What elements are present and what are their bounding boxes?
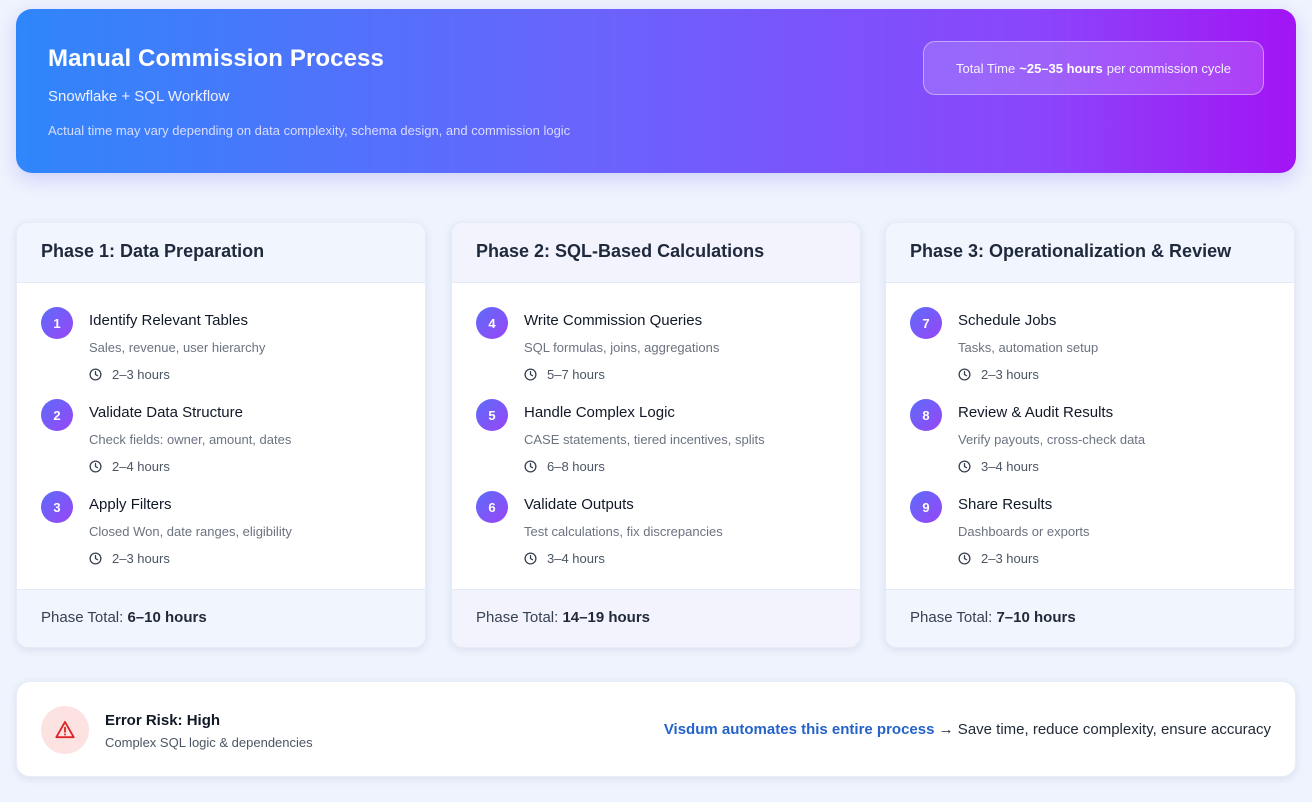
phase-card-1: Phase 1: Data Preparation 1 Identify Rel… bbox=[16, 222, 426, 648]
step-time-value: 2–4 hours bbox=[112, 459, 170, 474]
total-time-badge: Total Time ~25–35 hours per commission c… bbox=[923, 41, 1264, 95]
phase-total: Phase Total: 7–10 hours bbox=[886, 589, 1294, 647]
step-title: Validate Data Structure bbox=[89, 404, 243, 421]
step-time-value: 3–4 hours bbox=[981, 459, 1039, 474]
step-time: 6–8 hours bbox=[524, 459, 605, 474]
step-number-badge: 4 bbox=[476, 307, 508, 339]
step-title: Validate Outputs bbox=[524, 496, 634, 513]
step-number-badge: 6 bbox=[476, 491, 508, 523]
cta-text: → Save time, reduce complexity, ensure a… bbox=[938, 721, 1271, 738]
step-time-value: 6–8 hours bbox=[547, 459, 605, 474]
step-item: 3 Apply Filters Closed Won, date ranges,… bbox=[41, 491, 411, 571]
step-time-value: 2–3 hours bbox=[112, 367, 170, 382]
step-number-badge: 8 bbox=[910, 399, 942, 431]
step-time: 3–4 hours bbox=[524, 551, 605, 566]
total-time-prefix: Total Time bbox=[956, 60, 1016, 76]
step-time: 5–7 hours bbox=[524, 367, 605, 382]
step-time: 2–4 hours bbox=[89, 459, 170, 474]
step-description: Sales, revenue, user hierarchy bbox=[89, 340, 266, 355]
step-description: Check fields: owner, amount, dates bbox=[89, 432, 292, 447]
phase-title: Phase 1: Data Preparation bbox=[17, 223, 425, 283]
step-time-value: 5–7 hours bbox=[547, 367, 605, 382]
step-time: 3–4 hours bbox=[958, 459, 1039, 474]
phase-total: Phase Total: 14–19 hours bbox=[452, 589, 860, 647]
step-item: 2 Validate Data Structure Check fields: … bbox=[41, 399, 411, 479]
step-title: Review & Audit Results bbox=[958, 404, 1114, 421]
step-item: 7 Schedule Jobs Tasks, automation setup … bbox=[910, 307, 1280, 387]
time-disclaimer: Actual time may vary depending on data c… bbox=[48, 123, 571, 138]
step-item: 6 Validate Outputs Test calculations, fi… bbox=[476, 491, 846, 571]
step-title: Schedule Jobs bbox=[958, 312, 1057, 329]
clock-icon bbox=[89, 368, 102, 381]
step-number-badge: 9 bbox=[910, 491, 942, 523]
step-time: 2–3 hours bbox=[89, 367, 170, 382]
clock-icon bbox=[958, 368, 971, 381]
phase-total-label: Phase Total: bbox=[476, 609, 559, 626]
step-time: 2–3 hours bbox=[958, 367, 1039, 382]
clock-icon bbox=[524, 368, 537, 381]
phase-card-2: Phase 2: SQL-Based Calculations 4 Write … bbox=[451, 222, 861, 648]
visdum-cta-link[interactable]: Visdum automates this entire process bbox=[664, 721, 935, 738]
step-title: Apply Filters bbox=[89, 496, 172, 513]
step-description: CASE statements, tiered incentives, spli… bbox=[524, 432, 765, 447]
clock-icon bbox=[524, 552, 537, 565]
hero-banner: Manual Commission Process Snowflake + SQ… bbox=[16, 9, 1296, 173]
clock-icon bbox=[958, 552, 971, 565]
cta-message: Visdum automates this entire process → S… bbox=[664, 721, 1271, 738]
risk-icon-badge bbox=[41, 706, 89, 754]
step-description: Verify payouts, cross-check data bbox=[958, 432, 1146, 447]
error-risk-card: Error Risk: High Complex SQL logic & dep… bbox=[16, 681, 1296, 777]
step-description: Test calculations, fix discrepancies bbox=[524, 524, 723, 539]
total-time-suffix: per commission cycle bbox=[1106, 60, 1231, 76]
step-number-badge: 5 bbox=[476, 399, 508, 431]
phase-total-label: Phase Total: bbox=[41, 609, 124, 626]
clock-icon bbox=[524, 460, 537, 473]
clock-icon bbox=[958, 460, 971, 473]
step-time: 2–3 hours bbox=[958, 551, 1039, 566]
phase-card-3: Phase 3: Operationalization & Review 7 S… bbox=[885, 222, 1295, 648]
step-item: 8 Review & Audit Results Verify payouts,… bbox=[910, 399, 1280, 479]
step-time-value: 2–3 hours bbox=[112, 551, 170, 566]
step-description: Tasks, automation setup bbox=[958, 340, 1099, 355]
step-title: Handle Complex Logic bbox=[524, 404, 675, 421]
warning-icon bbox=[55, 721, 75, 739]
page-title: Manual Commission Process bbox=[48, 45, 384, 72]
step-description: SQL formulas, joins, aggregations bbox=[524, 340, 720, 355]
phase-total: Phase Total: 6–10 hours bbox=[17, 589, 425, 647]
step-title: Identify Relevant Tables bbox=[89, 312, 248, 329]
step-item: 9 Share Results Dashboards or exports 2–… bbox=[910, 491, 1280, 571]
phase-title: Phase 2: SQL-Based Calculations bbox=[452, 223, 860, 283]
phase-total-value: 6–10 hours bbox=[127, 609, 207, 626]
phase-total-value: 7–10 hours bbox=[996, 609, 1076, 626]
step-description: Dashboards or exports bbox=[958, 524, 1090, 539]
step-title: Write Commission Queries bbox=[524, 312, 703, 329]
clock-icon bbox=[89, 460, 102, 473]
step-number-badge: 3 bbox=[41, 491, 73, 523]
step-time: 2–3 hours bbox=[89, 551, 170, 566]
page-subtitle: Snowflake + SQL Workflow bbox=[48, 88, 230, 105]
step-number-badge: 7 bbox=[910, 307, 942, 339]
step-title: Share Results bbox=[958, 496, 1053, 513]
phase-title: Phase 3: Operationalization & Review bbox=[886, 223, 1294, 283]
step-time-value: 2–3 hours bbox=[981, 367, 1039, 382]
step-item: 1 Identify Relevant Tables Sales, revenu… bbox=[41, 307, 411, 387]
risk-subtitle: Complex SQL logic & dependencies bbox=[105, 735, 313, 750]
step-item: 4 Write Commission Queries SQL formulas,… bbox=[476, 307, 846, 387]
clock-icon bbox=[89, 552, 102, 565]
step-item: 5 Handle Complex Logic CASE statements, … bbox=[476, 399, 846, 479]
step-time-value: 3–4 hours bbox=[547, 551, 605, 566]
step-number-badge: 1 bbox=[41, 307, 73, 339]
risk-title: Error Risk: High bbox=[105, 712, 221, 729]
step-time-value: 2–3 hours bbox=[981, 551, 1039, 566]
step-description: Closed Won, date ranges, eligibility bbox=[89, 524, 292, 539]
total-time-value: ~25–35 hours bbox=[1019, 60, 1103, 76]
phase-total-value: 14–19 hours bbox=[562, 609, 650, 626]
step-number-badge: 2 bbox=[41, 399, 73, 431]
phase-total-label: Phase Total: bbox=[910, 609, 993, 626]
